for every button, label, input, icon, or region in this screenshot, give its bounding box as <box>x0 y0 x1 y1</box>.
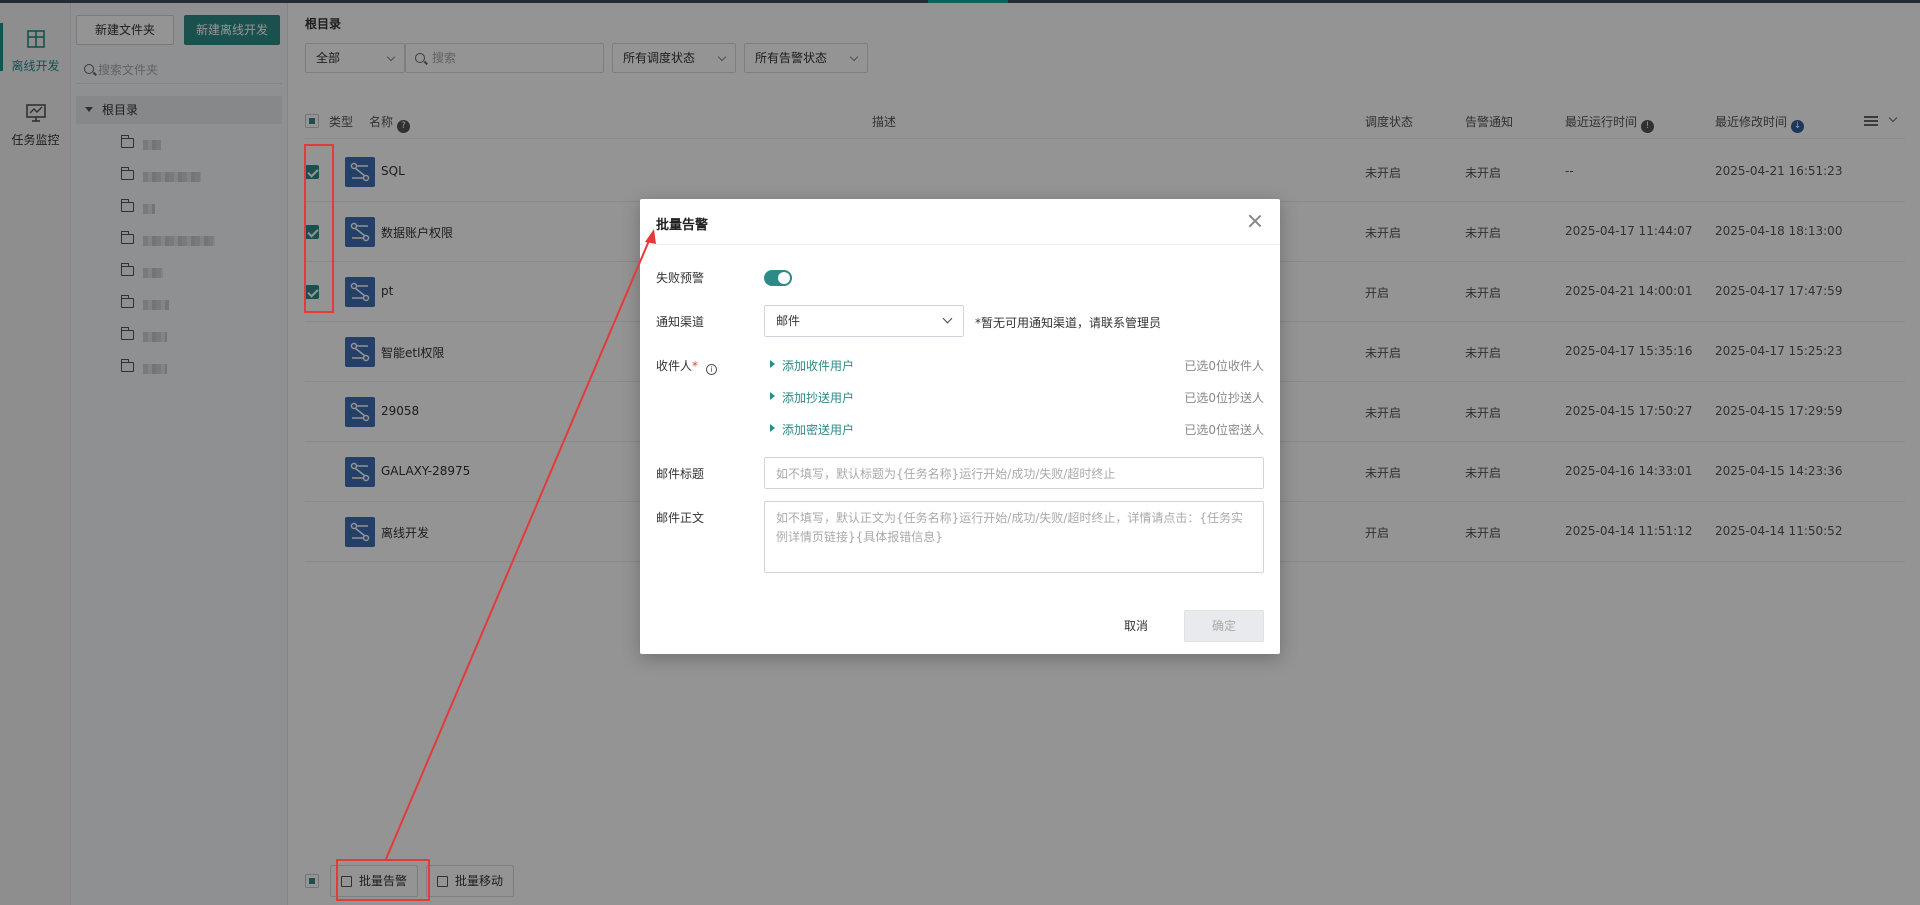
subject-placeholder: 如不填写，默认标题为{任务名称}运行开始/成功/失败/超时终止 <box>776 467 1116 481</box>
confirm-button[interactable]: 确定 <box>1184 610 1264 642</box>
subject-input[interactable]: 如不填写，默认标题为{任务名称}运行开始/成功/失败/超时终止 <box>764 457 1264 489</box>
channel-select[interactable]: 邮件 <box>764 305 964 337</box>
chevron-down-icon <box>942 313 953 324</box>
annotation-box-bulk-alert <box>336 859 430 901</box>
dialog-header: 批量告警 <box>640 199 1280 245</box>
dialog-title: 批量告警 <box>656 218 709 233</box>
body-placeholder: 如不填写，默认正文为{任务名称}运行开始/成功/失败/超时终止，详情请点击：{任… <box>776 511 1244 544</box>
add-recipient-link[interactable]: 添加收件用户 <box>770 357 854 374</box>
annotation-box-checkboxes <box>304 144 334 313</box>
recipient-label-text: 收件人 <box>656 359 693 373</box>
bulk-alert-dialog: 批量告警 失败预警 通知渠道 邮件 *暂无可用通知渠道，请联系管理员 收件人* … <box>640 199 1280 654</box>
channel-select-value: 邮件 <box>776 314 801 328</box>
info-icon[interactable]: i <box>705 364 717 375</box>
bcc-count: 已选0位密送人 <box>1184 423 1264 437</box>
cancel-button[interactable]: 取消 <box>1108 610 1164 642</box>
channel-note: *暂无可用通知渠道，请联系管理员 <box>975 316 1162 330</box>
cc-count: 已选0位抄送人 <box>1184 391 1264 405</box>
add-bcc-link[interactable]: 添加密送用户 <box>770 421 854 438</box>
body-label: 邮件正文 <box>656 511 705 525</box>
fail-alert-toggle[interactable] <box>764 270 792 286</box>
add-cc-link[interactable]: 添加抄送用户 <box>770 389 854 406</box>
recipient-label: 收件人* i <box>656 357 717 375</box>
close-icon[interactable] <box>1248 214 1262 228</box>
required-mark: * <box>692 359 699 373</box>
body-textarea[interactable]: 如不填写，默认正文为{任务名称}运行开始/成功/失败/超时终止，详情请点击：{任… <box>764 501 1264 573</box>
subject-label: 邮件标题 <box>656 467 705 481</box>
channel-label: 通知渠道 <box>656 315 705 329</box>
recipient-count: 已选0位收件人 <box>1184 359 1264 373</box>
fail-alert-label: 失败预警 <box>656 271 705 285</box>
